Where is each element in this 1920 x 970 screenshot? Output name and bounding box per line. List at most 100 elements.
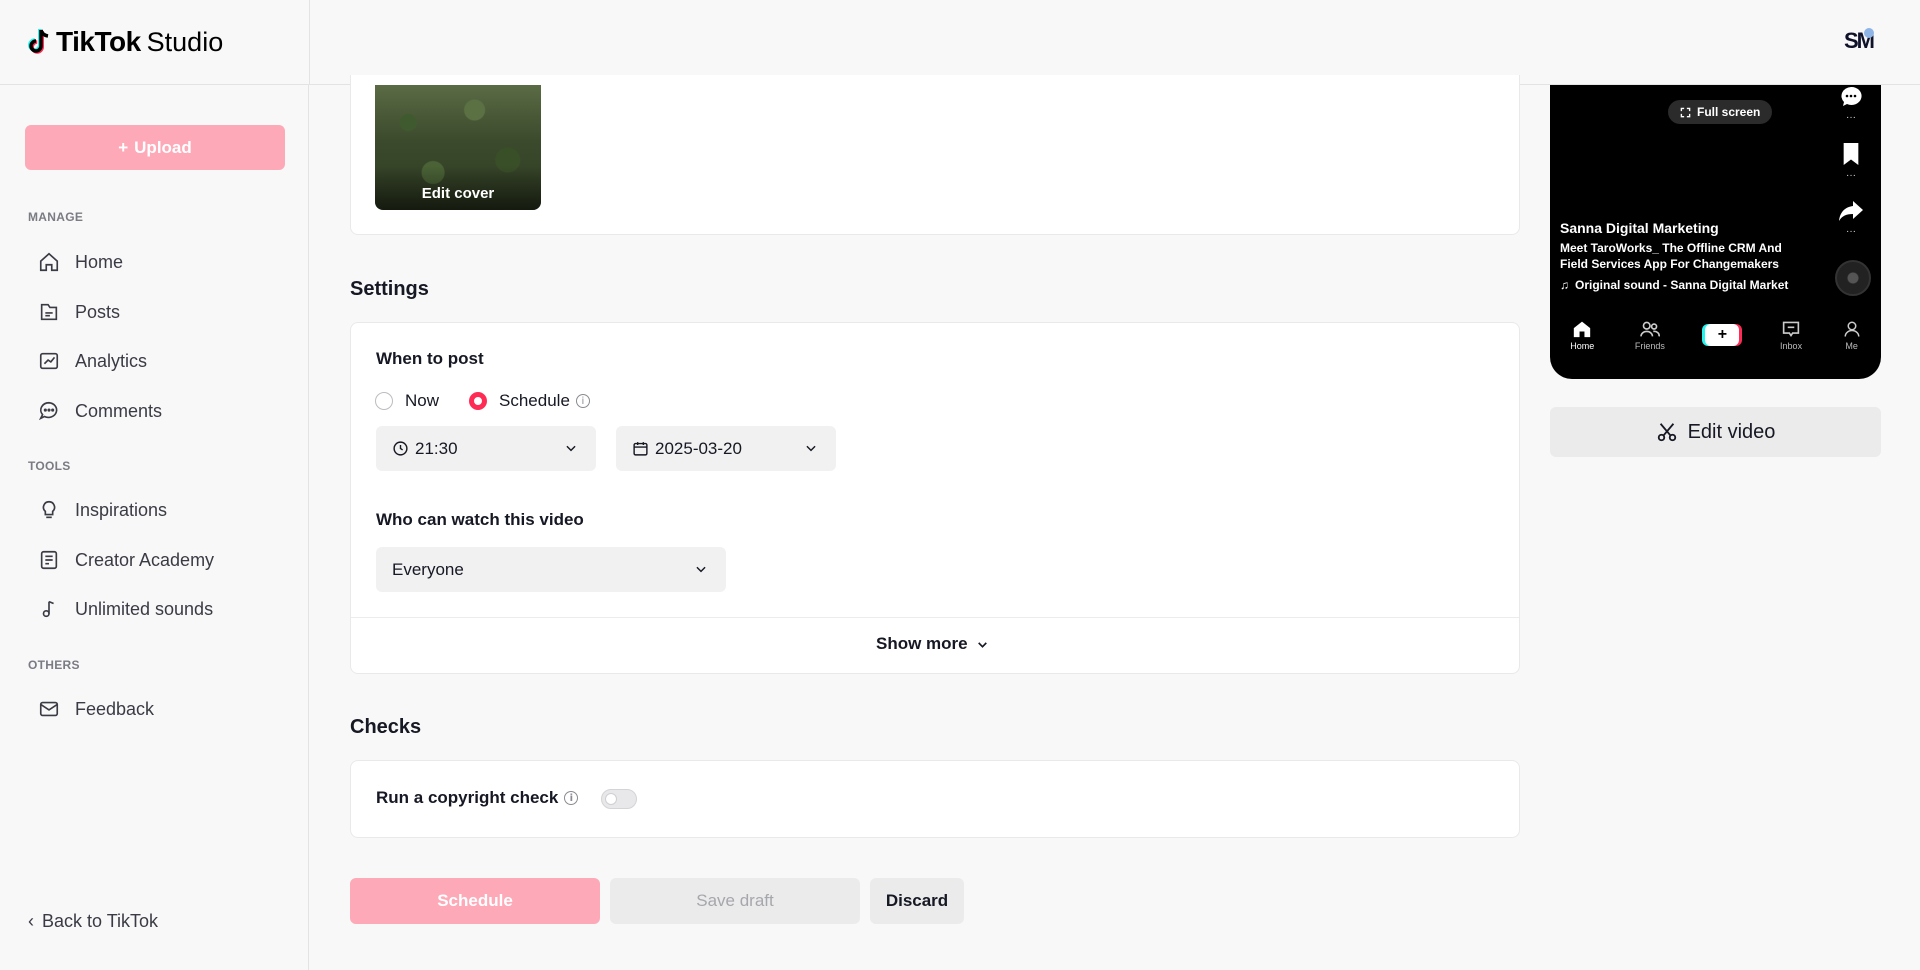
preview-nav-inbox: Inbox <box>1780 320 1802 351</box>
create-plus-icon: + <box>1705 324 1740 346</box>
date-value: 2025-03-20 <box>655 438 742 458</box>
info-icon[interactable]: i <box>575 394 590 408</box>
analytics-icon <box>39 352 59 370</box>
sidebar-item-inspirations[interactable]: Inspirations <box>38 499 167 521</box>
inbox-icon <box>1782 321 1800 337</box>
sidebar-item-unlimited-sounds[interactable]: Unlimited sounds <box>38 598 213 620</box>
music-note-icon <box>42 600 54 618</box>
profile-icon <box>1844 321 1860 337</box>
preview-description: Meet TaroWorks_ The Offline CRM And Fiel… <box>1560 241 1782 271</box>
chevron-down-icon <box>977 641 987 648</box>
header-divider <box>309 0 310 85</box>
comment-action: ··· <box>1837 85 1865 123</box>
edit-video-label: Edit video <box>1687 420 1776 443</box>
sidebar-item-comments[interactable]: Comments <box>38 400 162 422</box>
toggle-knob <box>605 793 617 805</box>
sidebar-item-feedback[interactable]: Feedback <box>38 698 154 720</box>
audience-select[interactable]: Everyone <box>376 547 726 592</box>
tiktok-note-icon <box>28 29 49 54</box>
who-can-watch-label: Who can watch this video <box>376 510 584 529</box>
save-draft-button[interactable]: Save draft <box>610 878 860 924</box>
radio-schedule[interactable] <box>469 392 488 410</box>
section-label-others: OTHERS <box>28 658 80 672</box>
plus-icon: + <box>118 137 129 157</box>
sidebar-item-label: Inspirations <box>75 499 168 520</box>
chevron-down-icon <box>806 445 816 452</box>
section-label-tools: TOOLS <box>28 459 71 473</box>
sidebar: + Upload MANAGE Home Posts Analytics Com… <box>0 85 309 970</box>
bookmark-action: ··· <box>1837 141 1865 181</box>
radio-now-label[interactable]: Now <box>405 391 439 411</box>
sidebar-item-analytics[interactable]: Analytics <box>38 350 147 372</box>
music-note-icon: ♫ <box>1560 278 1569 292</box>
sidebar-item-posts[interactable]: Posts <box>38 301 120 323</box>
section-label-manage: MANAGE <box>28 210 84 224</box>
upload-button[interactable]: + Upload <box>25 125 285 170</box>
sidebar-item-label: Home <box>75 251 124 272</box>
preview-nav-me: Me <box>1843 320 1861 351</box>
top-header: TikTok Studio SM <box>0 0 1920 85</box>
copyright-check-label: Run a copyright check <box>376 788 559 807</box>
academy-icon <box>40 550 58 570</box>
post-timing-radio-group: Now Schedule i <box>375 391 590 411</box>
chevron-left-icon: ‹ <box>28 911 34 931</box>
show-more-label: Show more <box>876 634 968 653</box>
settings-card <box>350 322 1520 674</box>
info-icon[interactable]: i <box>564 791 579 805</box>
mail-icon <box>39 701 59 717</box>
settings-divider <box>351 617 1519 618</box>
posts-icon <box>40 303 58 321</box>
sidebar-item-label: Posts <box>75 301 121 322</box>
scissors-icon <box>1657 423 1676 442</box>
preview-nav-label: Home <box>1570 340 1595 351</box>
share-arrow-icon <box>1839 201 1863 221</box>
preview-nav-home: Home <box>1570 320 1594 351</box>
video-preview-phone: Full screen ··· ··· ··· Sanna Digital Ma… <box>1550 85 1881 379</box>
audience-value: Everyone <box>392 559 464 579</box>
discard-button[interactable]: Discard <box>870 878 964 924</box>
radio-now[interactable] <box>375 392 393 410</box>
brand-suffix: Studio <box>146 26 224 57</box>
when-to-post-label: When to post <box>376 349 484 368</box>
sidebar-item-label: Unlimited sounds <box>75 598 214 619</box>
home-icon <box>39 252 59 272</box>
more-dots: ··· <box>1846 226 1856 237</box>
back-to-tiktok-link[interactable]: ‹ Back to TikTok <box>28 911 158 932</box>
brand-name: TikTok <box>56 26 141 57</box>
more-dots: ··· <box>1846 170 1856 181</box>
comment-bubble-icon <box>1841 86 1862 106</box>
tiktok-studio-logo[interactable]: TikTok Studio <box>26 26 223 58</box>
edit-cover-button[interactable]: Edit cover <box>375 166 541 210</box>
preview-nav-label: Inbox <box>1780 340 1803 351</box>
time-select[interactable]: 21:30 <box>376 426 596 471</box>
preview-nav-friends: Friends <box>1635 320 1665 351</box>
avatar[interactable]: SM <box>1844 28 1880 56</box>
radio-schedule-label[interactable]: Schedule <box>499 391 570 411</box>
preview-nav-label: Me <box>1845 340 1858 351</box>
preview-sound-label: Original sound - Sanna Digital Market <box>1575 278 1789 292</box>
calendar-icon <box>633 442 648 456</box>
copyright-check-toggle[interactable] <box>601 789 637 809</box>
video-cover-thumbnail[interactable]: Edit cover <box>375 85 541 210</box>
sidebar-item-creator-academy[interactable]: Creator Academy <box>38 549 214 571</box>
date-select[interactable]: 2025-03-20 <box>616 426 836 471</box>
upload-button-label: Upload <box>134 137 192 157</box>
full-screen-button[interactable]: Full screen <box>1668 100 1773 124</box>
preview-nav-create: + <box>1705 324 1740 346</box>
preview-sound: ♫ Original sound - Sanna Digital Market <box>1560 278 1788 292</box>
preview-bottom-nav: Home Friends + Inbox Me <box>1550 310 1881 360</box>
sidebar-item-label: Comments <box>75 400 163 421</box>
schedule-button[interactable]: Schedule <box>350 878 600 924</box>
sidebar-item-home[interactable]: Home <box>38 251 123 273</box>
expand-icon <box>1680 107 1691 117</box>
show-more-button[interactable]: Show more <box>876 634 989 654</box>
checks-heading: Checks <box>350 716 422 738</box>
full-screen-label: Full screen <box>1697 105 1761 119</box>
preview-nav-label: Friends <box>1634 340 1665 351</box>
edit-video-button[interactable]: Edit video <box>1550 407 1881 457</box>
settings-heading: Settings <box>350 278 429 300</box>
sidebar-item-label: Feedback <box>75 698 155 719</box>
clock-icon <box>393 441 408 456</box>
chevron-down-icon <box>566 445 576 452</box>
share-action: ··· <box>1837 199 1865 237</box>
